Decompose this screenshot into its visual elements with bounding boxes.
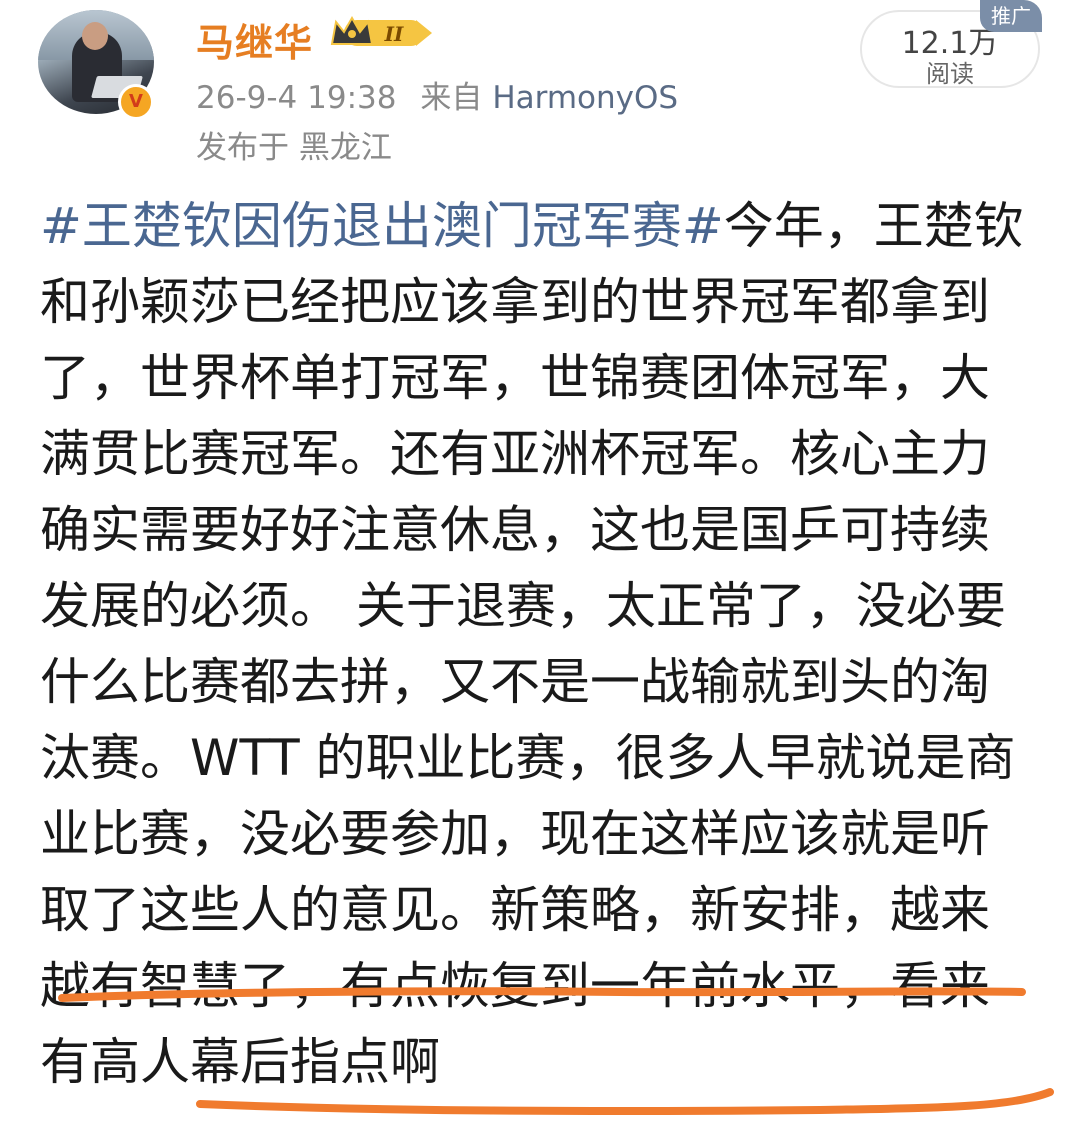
- verified-icon: V: [118, 84, 154, 120]
- level-crown-badge-icon[interactable]: II: [330, 14, 434, 52]
- read-label: 阅读: [926, 60, 974, 88]
- post-location: 发布于 黑龙江: [196, 130, 392, 166]
- post-text: 今年，王楚钦和孙颖莎已经把应该拿到的世界冠军都拿到了，世界杯单打冠军，世锦赛团体…: [40, 197, 1024, 1091]
- topic-hashtag-link[interactable]: #王楚钦因伤退出澳门冠军赛#: [40, 197, 724, 255]
- ad-tag: 推广: [980, 0, 1042, 32]
- level-badge-text: II: [384, 22, 404, 46]
- timestamp: 26-9-4 19:38: [196, 80, 397, 116]
- post-meta: 26-9-4 19:38 来自 HarmonyOS: [196, 72, 678, 117]
- avatar-head: [82, 22, 108, 50]
- source-device[interactable]: HarmonyOS: [492, 80, 678, 116]
- post-body: #王楚钦因伤退出澳门冠军赛#今年，王楚钦和孙颖莎已经把应该拿到的世界冠军都拿到了…: [40, 188, 1030, 1100]
- source-prefix: 来自: [420, 80, 483, 116]
- username[interactable]: 马继华: [196, 12, 313, 67]
